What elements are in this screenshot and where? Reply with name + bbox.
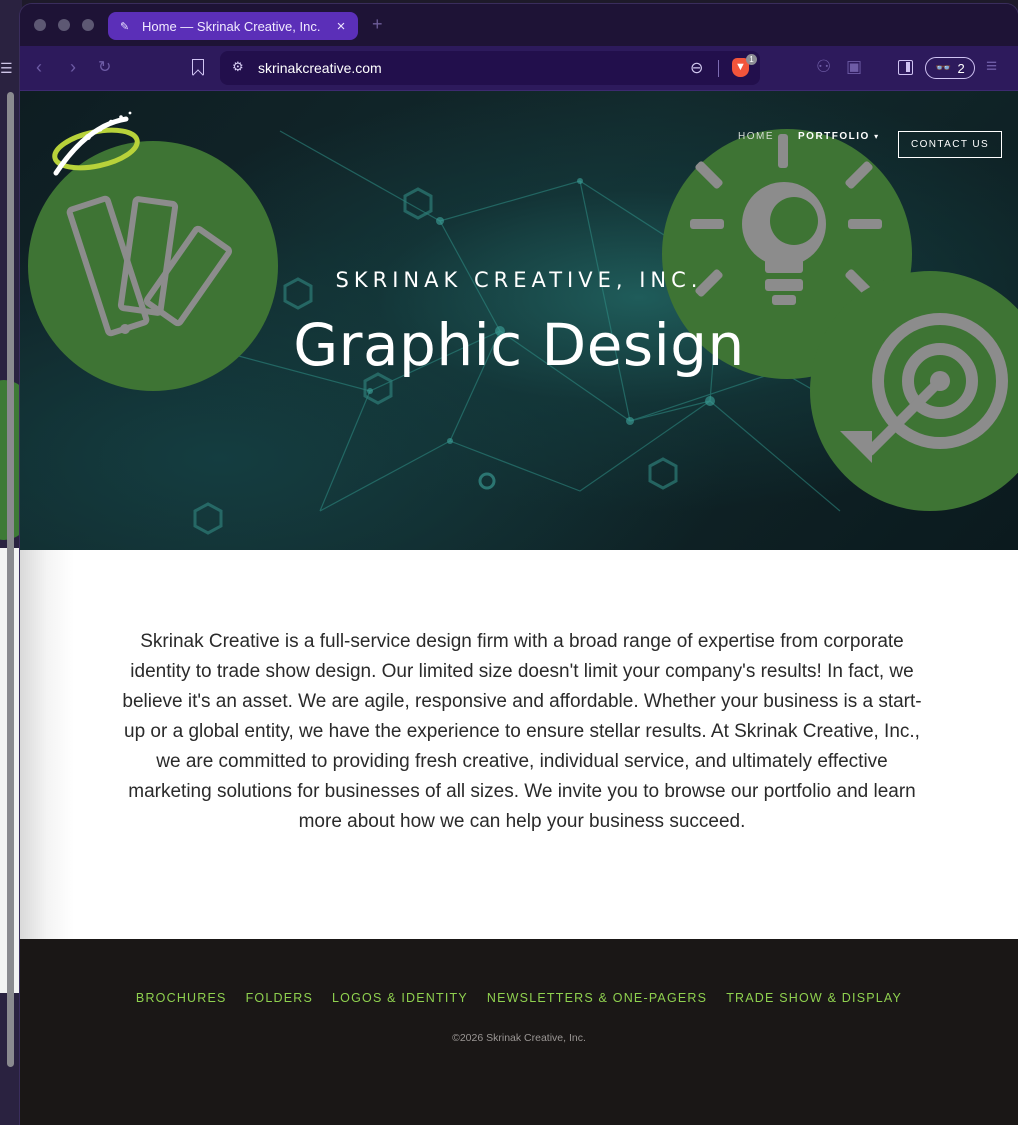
hero-headline: Graphic Design	[293, 311, 745, 379]
nav-portfolio[interactable]: PORTFOLIO ▾	[798, 131, 880, 142]
back-icon[interactable]: ‹	[36, 58, 42, 76]
url-text[interactable]: skrinakcreative.com	[258, 60, 382, 76]
menu-icon[interactable]: ≡	[986, 56, 997, 78]
intro-paragraph: Skrinak Creative is a full-service desig…	[122, 631, 922, 832]
tab-bar: ✎ Home — Skrinak Creative, Inc. × +	[20, 4, 1018, 46]
hero-kicker: SKRINAK CREATIVE, INC.	[335, 268, 703, 292]
wallet-count: 2	[957, 60, 965, 76]
chevron-down-icon: ▾	[874, 132, 880, 141]
background-menu-icon: ☰	[0, 60, 13, 76]
footer-link-brochures[interactable]: BROCHURES	[136, 991, 227, 1005]
bookmark-icon[interactable]	[192, 59, 204, 75]
background-window: ☰	[0, 0, 48, 1125]
tab-title: Home — Skrinak Creative, Inc.	[142, 18, 321, 34]
browser-window: ✎ Home — Skrinak Creative, Inc. × + ‹ › …	[20, 4, 1018, 1125]
close-window-button[interactable]	[34, 19, 46, 31]
nav-home[interactable]: HOME	[738, 131, 774, 142]
glasses-icon: 👓	[935, 60, 952, 75]
site-favicon-icon: ✎	[120, 20, 130, 33]
content-side-shadow	[20, 550, 74, 940]
contact-us-button[interactable]: CONTACT US	[898, 131, 1002, 158]
site-settings-icon[interactable]: ⚙	[232, 59, 244, 75]
zoom-icon[interactable]: ⊖	[690, 58, 703, 78]
target-icon	[840, 313, 1008, 463]
minimize-window-button[interactable]	[58, 19, 70, 31]
wallet-button[interactable]: 👓 2	[925, 57, 975, 79]
skrinak-logo[interactable]	[48, 105, 148, 190]
hero-banner: HOME PORTFOLIO ▾ CONTACT US SKRINAK CREA…	[20, 91, 1018, 550]
forward-icon[interactable]: ›	[70, 58, 76, 76]
footer-link-trade-show[interactable]: TRADE SHOW & DISPLAY	[726, 991, 902, 1005]
shields-count-badge: 1	[746, 54, 757, 65]
new-tab-button[interactable]: +	[372, 14, 383, 35]
footer-links: BROCHURES FOLDERS LOGOS & IDENTITY NEWSL…	[20, 991, 1018, 1005]
tab-close-icon[interactable]: ×	[334, 18, 348, 35]
footer-link-logos-identity[interactable]: LOGOS & IDENTITY	[332, 991, 468, 1005]
background-scrollbar[interactable]	[7, 92, 14, 1067]
copyright-text: ©2026 Skrinak Creative, Inc.	[452, 1032, 586, 1044]
tab-home[interactable]: ✎ Home — Skrinak Creative, Inc. ×	[108, 12, 358, 40]
site-footer: BROCHURES FOLDERS LOGOS & IDENTITY NEWSL…	[20, 939, 1018, 1125]
extensions-icon[interactable]: ⚇	[816, 57, 831, 77]
logo-swoosh-icon	[52, 111, 140, 176]
footer-link-folders[interactable]: FOLDERS	[246, 991, 313, 1005]
sidebar-toggle-icon[interactable]	[898, 60, 913, 75]
address-bar[interactable]: ⚙ skrinakcreative.com ⊖ ▼ 1	[220, 51, 760, 85]
reader-mode-icon[interactable]: ▣	[846, 57, 862, 77]
target-circle	[810, 271, 1018, 511]
maximize-window-button[interactable]	[82, 19, 94, 31]
reload-icon[interactable]: ↻	[98, 59, 111, 77]
footer-link-newsletters[interactable]: NEWSLETTERS & ONE-PAGERS	[487, 991, 707, 1005]
nav-portfolio-label: PORTFOLIO	[798, 131, 870, 142]
page-viewport: HOME PORTFOLIO ▾ CONTACT US SKRINAK CREA…	[20, 91, 1018, 1125]
address-bar-divider	[718, 60, 719, 77]
browser-toolbar: ‹ › ↻ ⚙ skrinakcreative.com ⊖ ▼ 1 ⚇ ▣ 👓 …	[20, 46, 1018, 91]
